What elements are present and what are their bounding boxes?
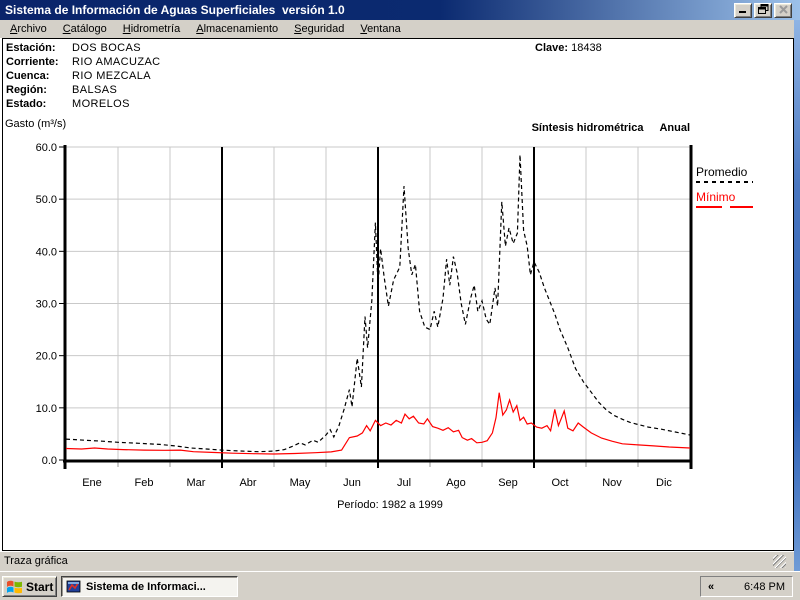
legend-item-promedio: Promedio (696, 165, 796, 183)
menu-item-hidrometria[interactable]: Hidrometría (115, 21, 188, 37)
status-bar: Traza gráfica (0, 552, 794, 571)
title-bar: Sistema de Información de Aguas Superfic… (0, 0, 800, 20)
close-button[interactable] (774, 3, 792, 18)
taskbar: Start Sistema de Informaci... « 6:48 PM (0, 571, 800, 600)
task-label: Sistema de Informaci... (86, 580, 206, 593)
menu-item-catalogo[interactable]: Catálogo (55, 21, 115, 37)
restore-button[interactable] (754, 3, 772, 18)
clave-label: Clave: (535, 42, 569, 54)
field-label: Cuenca: (6, 70, 50, 82)
taskbar-task-sistema[interactable]: Sistema de Informaci... (61, 576, 238, 597)
chart-title-main: Síntesis hidrométrica (531, 122, 644, 134)
restore-icon (757, 4, 769, 17)
desktop-edge (794, 20, 800, 571)
start-label: Start (26, 579, 54, 594)
field-label: Estación: (6, 42, 56, 54)
station-field: Corriente: RIO AMACUZAC (6, 55, 160, 69)
field-label: Corriente: (6, 56, 59, 68)
tray-clock[interactable]: 6:48 PM (744, 581, 785, 593)
field-label: Estado: (6, 98, 47, 110)
legend-item-minimo: Mínimo (696, 190, 796, 208)
menu-bar: Archivo Catálogo Hidrometría Almacenamiento… (0, 20, 794, 38)
content-area (2, 38, 794, 551)
station-field: Estación: DOS BOCAS (6, 41, 141, 55)
station-field: Cuenca: RIO MEZCALA (6, 69, 151, 83)
field-value: RIO AMACUZAC (72, 56, 161, 68)
system-tray: « 6:48 PM (700, 576, 793, 597)
legend-line-sample (696, 181, 753, 183)
menu-item-almacenamiento[interactable]: Almacenamiento (188, 21, 286, 37)
menu-item-seguridad[interactable]: Seguridad (286, 21, 352, 37)
clave-value: 18438 (571, 42, 602, 54)
field-value: DOS BOCAS (72, 42, 142, 54)
menu-item-archivo[interactable]: Archivo (2, 21, 55, 37)
field-value: BALSAS (72, 84, 118, 96)
clave-field: Clave: 18438 (535, 42, 602, 54)
status-text: Traza gráfica (4, 555, 68, 567)
chart-title: Síntesis hidrométrica Anual (420, 122, 690, 134)
legend-line-sample (696, 206, 753, 208)
station-field: Estado: MORELOS (6, 97, 129, 111)
legend-label: Mínimo (696, 190, 736, 204)
app-icon (66, 580, 82, 594)
tray-chevron-icon[interactable]: « (708, 581, 714, 593)
close-icon (778, 4, 788, 17)
station-field: Región: BALSAS (6, 83, 117, 97)
window-controls (734, 3, 792, 18)
window-title: Sistema de Información de Aguas Superfic… (5, 3, 345, 17)
field-value: RIO MEZCALA (72, 70, 151, 82)
windows-flag-icon (6, 579, 23, 594)
field-value: MORELOS (72, 98, 130, 110)
resize-grip[interactable] (773, 555, 786, 568)
legend-label: Promedio (696, 165, 748, 179)
field-label: Región: (6, 84, 47, 96)
chart-y-axis-title: Gasto (m³/s) (5, 118, 67, 130)
minimize-button[interactable] (734, 3, 752, 18)
chart-caption: Período: 1982 a 1999 (337, 499, 443, 511)
start-button[interactable]: Start (2, 576, 57, 597)
station-info: Estación: DOS BOCAS Corriente: RIO AMACU… (6, 41, 160, 111)
menu-item-ventana[interactable]: Ventana (352, 21, 408, 37)
chart-title-period: Anual (659, 122, 690, 134)
minimize-icon (738, 5, 748, 17)
chart-legend: Promedio Mínimo (696, 165, 796, 215)
